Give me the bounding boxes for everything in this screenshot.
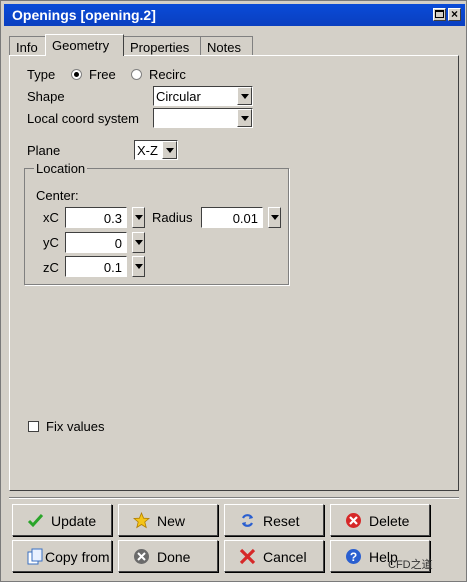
fix-values-label: Fix values bbox=[46, 419, 105, 434]
help-icon: ? bbox=[346, 549, 361, 564]
chevron-down-icon[interactable] bbox=[237, 109, 252, 127]
tab-geometry[interactable]: Geometry bbox=[45, 34, 124, 56]
watermark: CFD之道 bbox=[388, 559, 433, 571]
yc-input[interactable]: 0 bbox=[65, 232, 127, 253]
cancel-label: Cancel bbox=[263, 549, 307, 565]
button-separator bbox=[9, 497, 459, 499]
copy-icon bbox=[27, 548, 43, 565]
shape-value: Circular bbox=[156, 89, 201, 104]
title-bar: Openings [opening.2] × bbox=[4, 4, 465, 26]
zc-input[interactable]: 0.1 bbox=[65, 256, 127, 277]
shape-label: Shape bbox=[27, 89, 65, 104]
update-button[interactable]: Update bbox=[12, 504, 112, 536]
radius-input[interactable]: 0.01 bbox=[201, 207, 263, 228]
xc-label: xC bbox=[43, 210, 59, 225]
maximize-button[interactable] bbox=[433, 8, 446, 21]
window-title: Openings [opening.2] bbox=[12, 7, 156, 23]
shape-select[interactable]: Circular bbox=[153, 86, 253, 106]
copy-from-button[interactable]: Copy from bbox=[12, 540, 112, 572]
local-coord-label: Local coord system bbox=[27, 111, 139, 126]
local-coord-select[interactable] bbox=[153, 108, 253, 128]
done-button[interactable]: Done bbox=[118, 540, 218, 572]
chevron-down-icon[interactable] bbox=[162, 141, 177, 159]
location-title: Location bbox=[34, 161, 88, 176]
new-button[interactable]: New bbox=[118, 504, 218, 536]
radius-label: Radius bbox=[152, 210, 193, 225]
yc-dropdown[interactable] bbox=[132, 232, 145, 253]
xc-input[interactable]: 0.3 bbox=[65, 207, 127, 228]
zc-label: zC bbox=[43, 260, 59, 275]
type-recirc-label: Recirc bbox=[149, 67, 186, 82]
plane-select[interactable]: X-Z bbox=[134, 140, 178, 160]
copy-from-label: Copy from bbox=[45, 549, 110, 565]
fix-values-checkbox[interactable] bbox=[28, 421, 39, 432]
tab-properties[interactable]: Properties bbox=[123, 36, 201, 55]
type-recirc-radio[interactable] bbox=[131, 69, 142, 80]
close-button[interactable]: × bbox=[448, 8, 461, 21]
done-icon bbox=[134, 549, 149, 564]
plane-label: Plane bbox=[27, 143, 61, 158]
svg-text:?: ? bbox=[350, 550, 357, 564]
delete-label: Delete bbox=[369, 513, 410, 529]
cancel-button[interactable]: Cancel bbox=[224, 540, 324, 572]
zc-dropdown[interactable] bbox=[132, 256, 145, 277]
cancel-icon bbox=[239, 548, 256, 565]
tab-notes[interactable]: Notes bbox=[200, 36, 253, 55]
done-label: Done bbox=[157, 549, 191, 565]
update-label: Update bbox=[51, 513, 97, 529]
checkmark-icon bbox=[27, 513, 44, 528]
star-icon bbox=[133, 512, 150, 529]
plane-value: X-Z bbox=[137, 143, 158, 158]
xc-dropdown[interactable] bbox=[132, 207, 145, 228]
delete-icon bbox=[346, 513, 361, 528]
chevron-down-icon[interactable] bbox=[237, 87, 252, 105]
yc-label: yC bbox=[43, 235, 59, 250]
delete-button[interactable]: Delete bbox=[330, 504, 430, 536]
close-icon: × bbox=[450, 7, 458, 21]
tab-info[interactable]: Info bbox=[9, 36, 46, 55]
radius-dropdown[interactable] bbox=[268, 207, 281, 228]
reset-icon bbox=[242, 514, 253, 527]
new-label: New bbox=[157, 513, 186, 529]
center-label: Center: bbox=[36, 188, 79, 203]
type-free-label: Free bbox=[89, 67, 116, 82]
reset-button[interactable]: Reset bbox=[224, 504, 324, 536]
type-label: Type bbox=[27, 67, 56, 82]
reset-label: Reset bbox=[263, 513, 300, 529]
type-free-radio[interactable] bbox=[71, 69, 82, 80]
